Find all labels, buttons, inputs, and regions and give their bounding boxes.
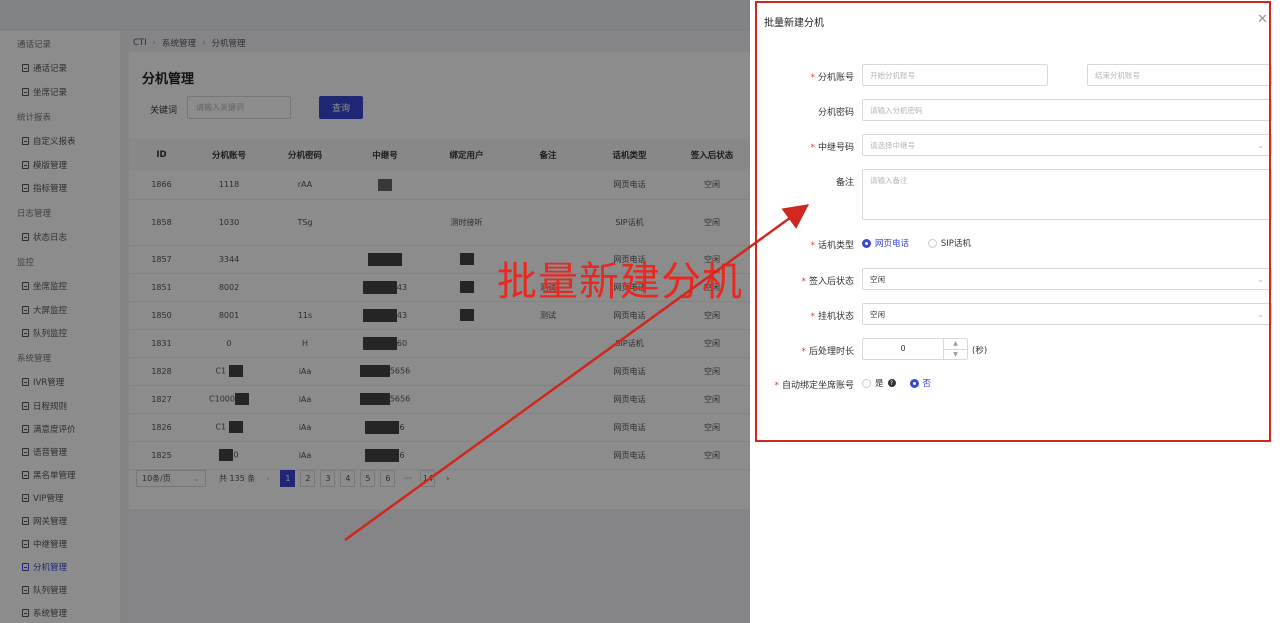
annotation-arrow-icon [344,204,810,542]
app-root: 通话记录 通话记录 坐席记录 统计报表 自定义报表 模版管理 指标管理 日志管理… [0,0,1280,623]
